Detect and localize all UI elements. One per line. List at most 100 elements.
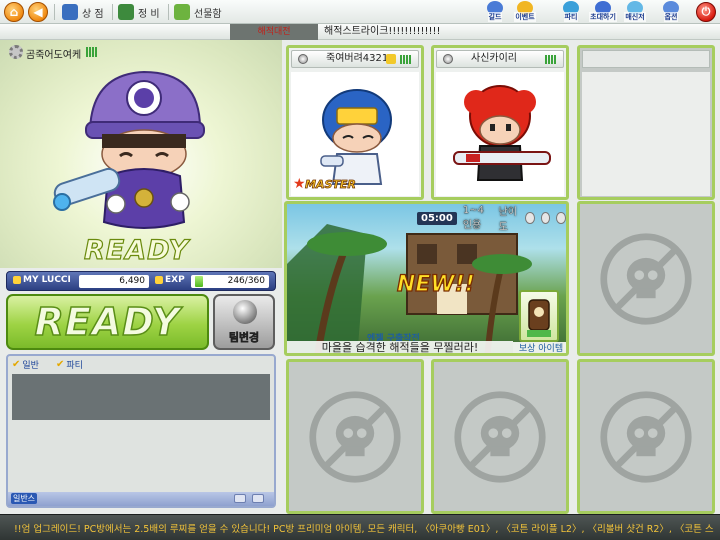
player-slot-2[interactable]: 사신카이리 <box>431 45 569 200</box>
emoticon-icon[interactable] <box>234 494 246 503</box>
player-stats-bar: MY LUCCI 6,490 EXP 246/360 <box>6 271 276 291</box>
lucci-label: MY LUCCI <box>23 275 71 285</box>
shop-button[interactable]: 상 점 <box>62 3 104 21</box>
lucci-label-wrap: MY LUCCI <box>13 275 71 285</box>
slot-empty-area <box>582 72 710 196</box>
slot-status-icon <box>298 54 308 64</box>
team-change-label: 팀변경 <box>228 331 260 345</box>
maintenance-label: 정 비 <box>138 8 160 20</box>
chat-input-bar[interactable]: 일반스 <box>8 492 274 506</box>
map-description: 마을을 습격한 해적들을 무찔러라! <box>287 341 513 353</box>
round-time: 05:00 <box>417 211 457 225</box>
divider <box>54 4 55 20</box>
chat-tab-general-label: 일반 <box>22 361 39 371</box>
invite-label: 초대하기 <box>589 12 617 22</box>
lucci-value: 6,490 <box>79 275 149 288</box>
home-button[interactable]: ⌂ <box>4 2 24 22</box>
red-hair-avatar <box>453 85 551 181</box>
event-button[interactable]: 이벤트 <box>514 1 536 23</box>
event-label: 이벤트 <box>514 12 536 22</box>
slot-header: 사신카이리 <box>436 50 564 68</box>
tools-icon <box>118 4 134 20</box>
option-label: 옵션 <box>663 12 679 22</box>
closed-slot-4[interactable] <box>577 201 715 356</box>
settings-gear-icon[interactable] <box>9 45 23 59</box>
giftbox-button[interactable]: 선물함 <box>174 3 222 21</box>
empty-slot-3[interactable] <box>577 45 715 200</box>
closed-slot-7[interactable] <box>577 359 715 514</box>
new-badge: NEW!! <box>396 271 475 297</box>
room-mode: 해적대전 <box>230 24 318 40</box>
exp-label: EXP <box>165 275 185 285</box>
check-icon: ✔ <box>56 359 65 370</box>
slot-header <box>582 50 710 68</box>
my-ready-status: READY <box>83 234 189 266</box>
exit-power-button[interactable]: ⏻ <box>696 2 716 22</box>
slot-nickname: 죽여버려4321 <box>326 53 389 64</box>
map-preview[interactable]: 05:00 1~4인용 난이도 NEW!! 엔젤 구출작전 마을을 습격한 해적… <box>284 201 569 356</box>
chat-tab-general[interactable]: ✔ 일반 <box>12 358 39 371</box>
chat-log <box>12 374 270 420</box>
rank-icon <box>386 54 396 64</box>
slot-avatar-area: ★ MASTER <box>291 72 419 196</box>
chat-send-icon[interactable] <box>252 494 264 503</box>
invite-button[interactable]: 초대하기 <box>589 1 617 23</box>
divider <box>168 4 169 20</box>
slot-avatar-area <box>436 72 564 196</box>
closed-skull-icon <box>600 233 692 325</box>
chat-panel: ✔ 일반 ✔ 파티 일반스 <box>6 354 276 508</box>
messenger-button[interactable]: 매신저 <box>624 1 646 23</box>
master-badge: MASTER <box>305 178 357 192</box>
chat-mode-button[interactable]: 일반스 <box>11 493 37 504</box>
check-icon: ✔ <box>12 359 21 370</box>
slot-closed-area <box>291 364 419 510</box>
shop-label: 상 점 <box>82 8 104 20</box>
connection-signal-icon <box>545 55 557 64</box>
closed-skull-icon <box>454 391 546 483</box>
guild-label: 길드 <box>487 12 503 22</box>
maintenance-button[interactable]: 정 비 <box>118 3 160 21</box>
my-character-panel: 곰죽어도여케 READY <box>0 40 282 268</box>
reward-label: 보상 아이템 <box>513 342 566 353</box>
party-button[interactable]: 파티 <box>560 1 582 23</box>
difficulty-icon <box>540 212 551 224</box>
exp-icon <box>155 276 163 284</box>
exp-label-wrap: EXP <box>155 275 185 285</box>
team-orb-icon <box>233 300 257 324</box>
closed-slot-6[interactable] <box>431 359 569 514</box>
gift-icon <box>174 4 190 20</box>
player-count: 1~4인용 <box>462 205 484 231</box>
map-info-bar: 05:00 1~4인용 난이도 <box>417 205 566 233</box>
closed-skull-icon <box>309 391 401 483</box>
option-button[interactable]: 옵션 <box>660 1 682 23</box>
player-slot-1[interactable]: 죽여버려4321 ★ MASTER <box>286 45 424 200</box>
slot-closed-area <box>582 364 710 510</box>
difficulty-label: 난이도 <box>498 207 518 233</box>
difficulty-icon <box>556 212 566 224</box>
chat-tab-party-label: 파티 <box>66 361 83 371</box>
ready-button[interactable]: READY <box>6 294 209 350</box>
divider <box>112 4 113 20</box>
exp-progress-bar <box>195 276 203 287</box>
shop-icon <box>62 4 78 20</box>
difficulty-icon <box>525 212 535 224</box>
back-button[interactable]: ◀ <box>28 2 48 22</box>
closed-skull-icon <box>600 391 692 483</box>
team-change-button[interactable]: 팀변경 <box>213 294 275 350</box>
slot-status-icon <box>443 54 453 64</box>
slot-closed-area <box>436 364 564 510</box>
giftbox-label: 선물함 <box>194 8 222 20</box>
notice-ticker: !!엄 업그레이드! PC방에서는 2.5배의 루찌를 얻을 수 있습니다! P… <box>0 514 720 540</box>
slot-header: 죽여버려4321 <box>291 50 419 68</box>
barrel-icon <box>527 299 551 337</box>
master-star-icon: ★ <box>293 176 306 192</box>
closed-slot-5[interactable] <box>286 359 424 514</box>
top-bar: ⌂ ◀ 상 점 정 비 선물함 길드 이벤트 파티 초대하기 매신저 옵션 ⏻ <box>0 0 720 24</box>
notice-text: !!엄 업그레이드! PC방에서는 2.5배의 루찌를 얻을 수 있습니다! P… <box>14 524 714 535</box>
messenger-label: 매신저 <box>624 12 646 22</box>
my-avatar <box>53 70 205 229</box>
reward-item-icon[interactable] <box>519 290 559 342</box>
guild-button[interactable]: 길드 <box>484 1 506 23</box>
room-title-strip: 해적대전 해적스트라이크!!!!!!!!!!!!! <box>0 24 720 40</box>
chat-tab-party[interactable]: ✔ 파티 <box>56 358 83 371</box>
